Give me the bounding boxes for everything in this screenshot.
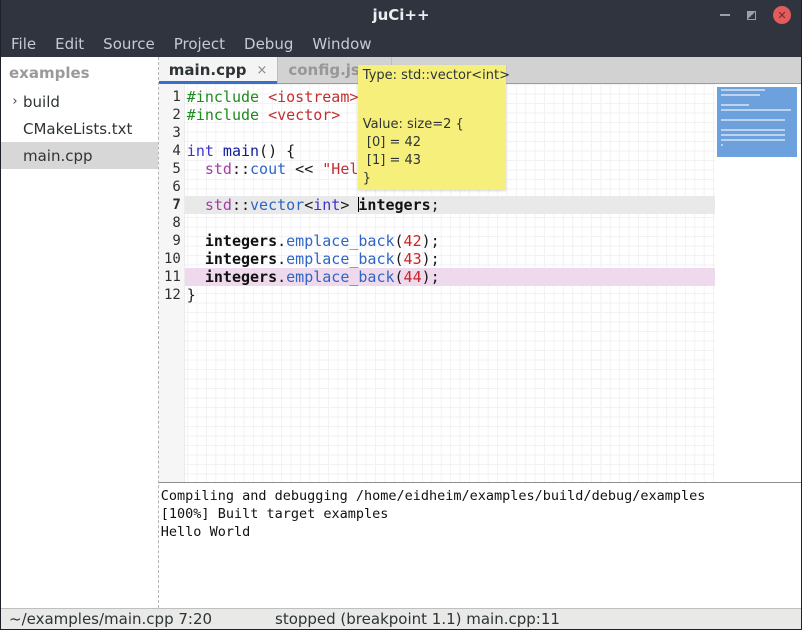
- terminal-line: [100%] Built target examples: [161, 505, 801, 523]
- minimize-icon[interactable]: [720, 14, 730, 16]
- tooltip-value-line: [0] = 42: [363, 134, 501, 152]
- line-number[interactable]: 10: [159, 250, 185, 268]
- line-number[interactable]: 1: [159, 88, 185, 106]
- debug-value-tooltip: Type: std::vector<int> Value: size=2 { […: [358, 65, 506, 190]
- main-content: examples ›build CMakeLists.txt main.cpp ma…: [1, 57, 801, 608]
- tab-label: main.cpp: [169, 61, 247, 79]
- minimap-code-line: [721, 139, 785, 141]
- tooltip-value-line: Value: size=2 {: [363, 116, 501, 134]
- tab-close-icon[interactable]: ×: [256, 63, 267, 78]
- line-number[interactable]: 7: [159, 196, 185, 214]
- minimap[interactable]: [715, 84, 801, 482]
- minimap-code-line: [721, 104, 749, 106]
- line-number[interactable]: 6: [159, 178, 185, 196]
- project-name-label: examples: [1, 57, 158, 88]
- menu-item-debug[interactable]: Debug: [244, 35, 293, 53]
- tooltip-value-block: Value: size=2 { [0] = 42 [1] = 43}: [363, 116, 501, 188]
- terminal-line: Hello World: [161, 523, 801, 541]
- juci-window: juCi++ ✕ File Edit Source Project Debug Windo…: [0, 0, 802, 630]
- titlebar[interactable]: juCi++ ✕: [1, 0, 801, 30]
- editor-pane: main.cpp×config.json 123456789101112 #in…: [159, 57, 801, 608]
- menubar: File Edit Source Project Debug Window: [1, 30, 801, 57]
- code-line[interactable]: integers.emplace_back(44);: [187, 268, 467, 286]
- status-debug-state: stopped (breakpoint 1.1) main.cpp:11: [275, 610, 560, 628]
- close-icon[interactable]: ✕: [773, 6, 791, 24]
- line-number[interactable]: 11: [159, 268, 185, 286]
- terminal-line: Compiling and debugging /home/eidheim/ex…: [161, 487, 801, 505]
- code-line[interactable]: }: [187, 286, 467, 304]
- line-number-gutter[interactable]: 123456789101112: [159, 88, 185, 304]
- code-line[interactable]: [187, 214, 467, 232]
- sidebar-item-main-cpp[interactable]: main.cpp: [1, 142, 158, 169]
- restore-icon[interactable]: [747, 11, 756, 20]
- minimap-code-line: [721, 109, 791, 111]
- statusbar: ~/examples/main.cpp 7:20 stopped (breakp…: [1, 608, 801, 630]
- line-number[interactable]: 5: [159, 160, 185, 178]
- line-number[interactable]: 4: [159, 142, 185, 160]
- tab-main-cpp[interactable]: main.cpp ×: [159, 57, 279, 83]
- tooltip-value-line: [1] = 43: [363, 152, 501, 170]
- tree-item-label: CMakeLists.txt: [23, 120, 132, 138]
- window-title: juCi++: [1, 6, 801, 24]
- menu-item-project[interactable]: Project: [174, 35, 225, 53]
- minimap-code-line: [721, 129, 785, 131]
- menu-item-file[interactable]: File: [11, 35, 36, 53]
- sidebar-item-build[interactable]: ›build: [1, 88, 158, 115]
- code-line[interactable]: integers.emplace_back(42);: [187, 232, 467, 250]
- line-number[interactable]: 9: [159, 232, 185, 250]
- file-tree-sidebar: examples ›build CMakeLists.txt main.cpp: [1, 57, 159, 608]
- tree-item-label: build: [23, 93, 60, 111]
- tooltip-type-line: Type: std::vector<int>: [363, 67, 501, 85]
- code-line[interactable]: std::vector<int> integers;: [187, 196, 467, 214]
- minimap-code-line: [721, 89, 765, 91]
- status-file-location: ~/examples/main.cpp 7:20: [9, 610, 212, 628]
- menu-item-edit[interactable]: Edit: [55, 35, 84, 53]
- file-tree: ›build CMakeLists.txt main.cpp: [1, 88, 158, 169]
- terminal-output[interactable]: Compiling and debugging /home/eidheim/ex…: [159, 482, 801, 608]
- code-line[interactable]: integers.emplace_back(43);: [187, 250, 467, 268]
- minimap-code-line: [721, 134, 785, 136]
- minimap-code-line: [721, 94, 760, 96]
- sidebar-item-cmakelists-txt[interactable]: CMakeLists.txt: [1, 115, 158, 142]
- line-number[interactable]: 3: [159, 124, 185, 142]
- line-number[interactable]: 8: [159, 214, 185, 232]
- line-number[interactable]: 2: [159, 106, 185, 124]
- window-controls: ✕: [720, 0, 791, 30]
- tooltip-value-line: }: [363, 170, 501, 188]
- line-number[interactable]: 12: [159, 286, 185, 304]
- menu-item-window[interactable]: Window: [312, 35, 371, 53]
- tree-item-label: main.cpp: [23, 147, 93, 165]
- menu-item-source[interactable]: Source: [103, 35, 155, 53]
- minimap-code-line: [721, 144, 723, 146]
- expander-chevron-icon[interactable]: ›: [7, 94, 23, 109]
- minimap-code-line: [721, 119, 785, 121]
- minimap-viewport[interactable]: [717, 87, 797, 157]
